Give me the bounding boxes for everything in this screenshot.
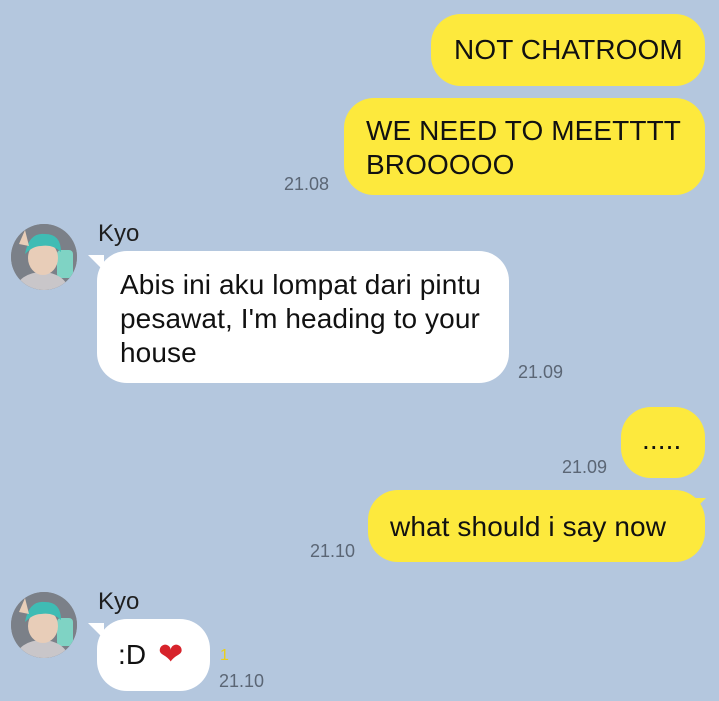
message-timestamp: 21.09 <box>562 457 608 477</box>
message-text: what should i say now <box>390 511 667 542</box>
message-timestamp: 21.10 <box>310 541 356 561</box>
outgoing-message-bubble[interactable]: ..... <box>621 407 705 478</box>
outgoing-message-bubble[interactable]: WE NEED TO MEETTTT BROOOOO <box>344 98 705 195</box>
incoming-message-bubble[interactable]: :D ❤ <box>97 619 210 691</box>
avatar[interactable] <box>11 224 77 290</box>
message-text: NOT CHATROOM <box>454 34 683 65</box>
message-text: :D <box>118 639 147 670</box>
sender-name: Kyo <box>98 220 140 247</box>
message-timestamp: 21.09 <box>518 362 564 382</box>
chat-log[interactable]: NOT CHATROOM WE NEED TO MEETTTT BROOOOO … <box>0 0 719 701</box>
incoming-message-bubble[interactable]: Abis ini aku lompat dari pintu pesawat, … <box>97 251 509 383</box>
outgoing-message-bubble[interactable]: NOT CHATROOM <box>431 14 705 86</box>
message-text: Abis ini aku lompat dari pintu pesawat, … <box>120 269 481 368</box>
outgoing-message-bubble[interactable]: what should i say now <box>368 490 705 562</box>
message-timestamp: 21.10 <box>219 671 265 691</box>
read-count: 1 <box>220 647 229 664</box>
sender-name: Kyo <box>98 588 140 615</box>
message-text: WE NEED TO MEETTTT BROOOOO <box>366 115 681 180</box>
profile-photo-icon <box>11 224 77 290</box>
avatar[interactable] <box>11 592 77 658</box>
heart-emoji: ❤ <box>158 638 184 671</box>
message-text: ..... <box>642 424 682 455</box>
message-timestamp: 21.08 <box>284 174 330 194</box>
profile-photo-icon <box>11 592 77 658</box>
